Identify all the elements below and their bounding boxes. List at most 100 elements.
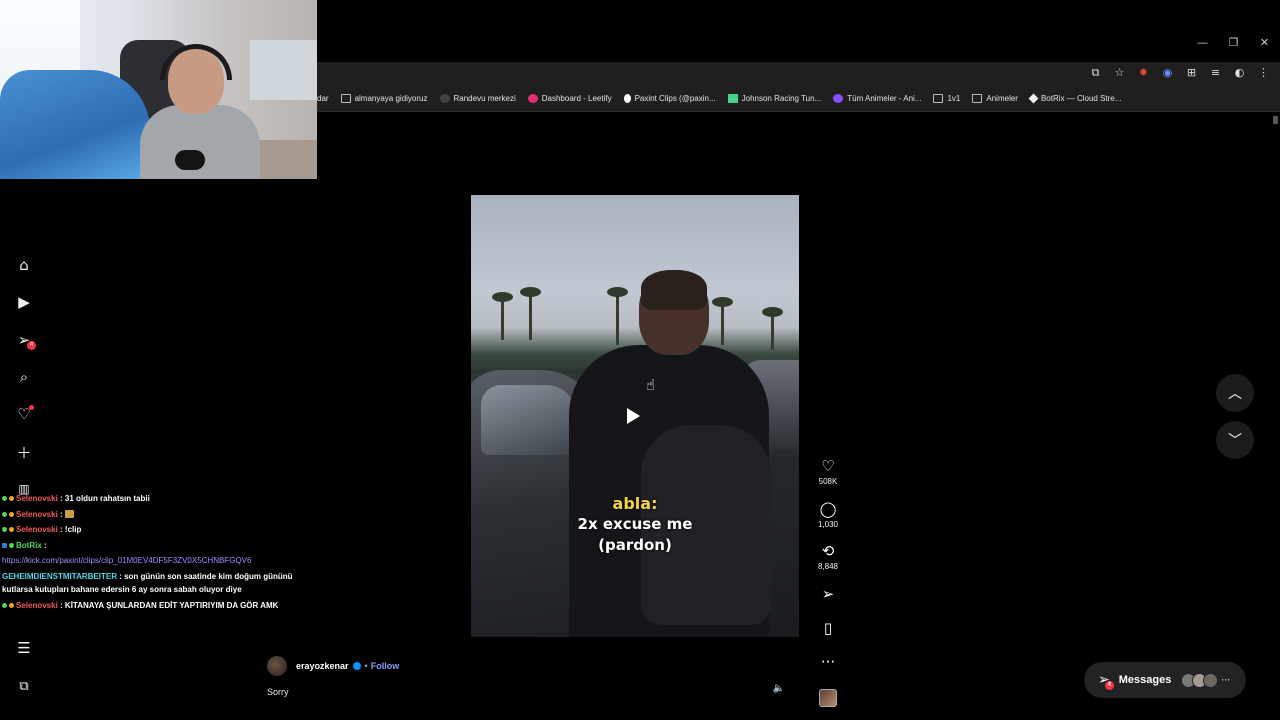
chat-username[interactable]: GEHEIMDIENSTMITARBEITER [2,572,117,581]
folder-icon [340,94,351,103]
bookmark-label: almanyaya gidiyoruz [354,94,428,103]
chat-message: Selenovski : !clip [2,522,312,538]
streamer-microphone [175,150,205,170]
bookmark-item[interactable]: Tüm Animeler - Ani... [833,94,921,103]
chat-text: : 31 oldun rahatsın tabii [60,494,150,503]
avatar[interactable] [267,656,287,676]
reels-icon[interactable]: ▶ [14,292,34,312]
message-avatars [1181,672,1219,688]
author-username[interactable]: erayozkenar [296,661,349,671]
webcam-shelf [250,40,317,100]
stream-chat: Selenovski : 31 oldun rahatsın tabii Sel… [2,491,312,613]
bookmark-item[interactable]: Paxint Clips (@paxin... [623,94,716,103]
comment-button[interactable]: ◯ 1,030 [813,500,843,529]
media-icon[interactable]: ≡ [1209,66,1222,80]
post-caption: Sorry [267,687,289,697]
chat-message: BotRix : [2,538,312,554]
botrix-icon [1028,93,1039,104]
badge-icon [9,511,14,517]
like-button[interactable]: ♡ 508K [813,457,843,486]
comment-icon: ◯ [819,500,837,518]
follow-button[interactable]: Follow [371,661,400,671]
bookmark-item[interactable]: Randevu merkezi [439,94,516,103]
bookmark-folder[interactable]: almanyaya gidiyoruz [340,94,428,103]
chat-username[interactable]: Selenovski [16,494,58,503]
next-reel-button[interactable]: ﹀ [1216,421,1254,459]
badge-icon [9,602,14,608]
kebab-icon[interactable]: ⋮ [1257,66,1270,80]
heart-icon[interactable]: ♡ [14,404,34,424]
messages-button[interactable]: ➢ 4 Messages ··· [1084,662,1246,698]
palm-tree [607,287,628,345]
badge-icon [2,511,7,517]
bookmark-label: Tüm Animeler - Ani... [847,94,922,103]
chat-message: Selenovski : [2,507,312,523]
heart-icon: ♡ [821,457,835,475]
repost-count: 8,848 [817,562,839,571]
chat-message: Selenovski : KİTANAYA ŞUNLARDAN EDİT YAP… [2,598,312,614]
reel-video[interactable]: ☝ abla: 2x excuse me (pardon) 🔈 [471,124,799,708]
bookmark-label: Dashboard - Leetify [541,94,612,103]
messages-badge: 4 [1104,681,1114,690]
puzzle-icon[interactable]: ⊞ [1185,66,1198,80]
chat-username[interactable]: Selenovski [16,510,58,519]
tiktok-icon [623,94,631,103]
webcam-blanket [0,70,150,179]
badge-icon [9,527,14,533]
save-button[interactable]: ▯ [813,619,843,637]
palm-tree [520,287,541,340]
search-icon[interactable]: ⌕ [14,367,34,387]
direct-icon[interactable]: ➢ 4 [14,330,36,350]
close-icon[interactable]: ✕ [1249,36,1280,49]
bookmarks-bar: dar almanyaya gidiyoruz Randevu merkezi … [317,86,1280,112]
previous-reel-button[interactable]: ︿ [1216,374,1254,412]
bookmark-item[interactable]: Dashboard - Leetify [527,94,612,103]
bookmark-label: Paxint Clips (@paxin... [634,94,716,103]
play-icon[interactable] [627,408,640,424]
extension-red-icon[interactable]: ✸ [1137,66,1150,80]
apps-icon[interactable]: ⧉ [14,676,34,696]
scrollbar[interactable] [1270,112,1280,720]
webcam-overlay [0,0,317,179]
bookmark-item[interactable]: dar [317,94,329,103]
audio-thumbnail[interactable] [819,689,837,707]
extension-blue-icon[interactable]: ◉ [1161,66,1174,80]
folder-icon [933,94,944,103]
chat-message: GEHEIMDIENSTMITARBEITER : son günün son … [2,570,312,596]
star-icon[interactable]: ☆ [1113,66,1126,80]
restore-icon[interactable]: ❐ [1218,36,1249,49]
bookmark-item[interactable]: BotRix — Cloud Stre... [1028,93,1121,104]
home-icon[interactable]: ⌂ [14,255,34,275]
menu-icon[interactable]: ☰ [14,638,34,658]
chat-text: : [44,540,47,550]
browser-titlebar: — ❐ ✕ [317,0,1280,62]
chat-link[interactable]: https://kick.com/paxint/clips/clip_01M0E… [2,556,251,565]
chat-message: https://kick.com/paxint/clips/clip_01M0E… [2,553,312,569]
bookmark-item[interactable]: Johnson Racing Tun... [727,94,821,103]
badge-icon [9,542,14,548]
chat-username[interactable]: Selenovski [16,525,58,534]
chat-username[interactable]: Selenovski [16,601,58,610]
chat-text: : [60,509,63,519]
bot-badge-icon [2,542,7,548]
create-icon[interactable]: ＋ [14,442,34,462]
badge-icon [9,496,14,502]
cast-icon[interactable]: ⧉ [1089,66,1102,80]
scrollbar-thumb[interactable] [1273,116,1278,124]
chat-username[interactable]: BotRix [16,541,42,550]
badge-icon [2,602,7,608]
caption-text: 2x excuse me (pardon) [471,514,799,556]
site-icon [439,94,450,103]
repost-button[interactable]: ⟲ 8,848 [813,542,843,571]
anime-site-icon [833,94,844,103]
hand-cursor-icon: ☝ [646,376,656,394]
bookmark-folder[interactable]: 1v1 [933,94,960,103]
more-button[interactable]: ··· [813,653,843,671]
comment-count: 1,030 [817,520,839,529]
minimize-icon[interactable]: — [1187,36,1218,49]
volume-icon[interactable]: 🔈 [773,683,785,694]
bookmark-folder[interactable]: Animeler [972,94,1018,103]
share-button[interactable]: ➢ [813,585,843,603]
window-controls: — ❐ ✕ [1187,36,1280,49]
profile-icon[interactable]: ◐ [1233,66,1246,80]
